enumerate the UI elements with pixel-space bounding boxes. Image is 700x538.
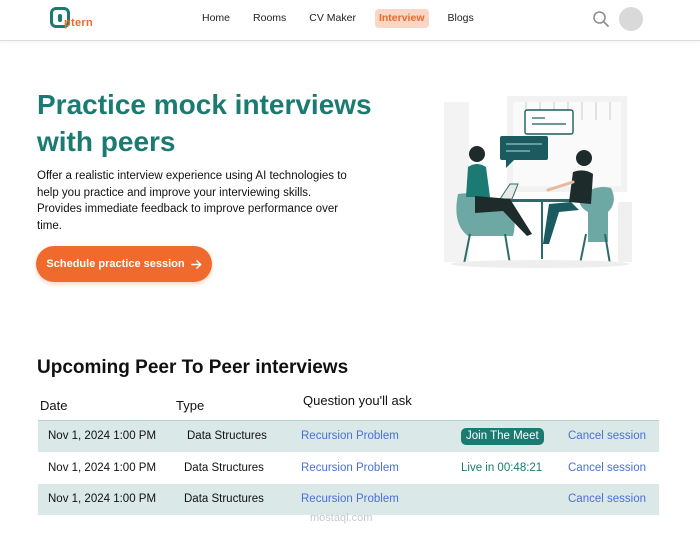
cancel-session-link[interactable]: Cancel session bbox=[568, 484, 646, 515]
column-header-question: Question you'll ask bbox=[303, 393, 412, 408]
table-row: Nov 1, 2024 1:00 PM Data Structures Recu… bbox=[38, 484, 659, 515]
question-link[interactable]: Recursion Problem bbox=[301, 421, 399, 452]
nav-links: Home Rooms CV Maker Interview Blogs bbox=[198, 9, 493, 28]
nav-item-home[interactable]: Home bbox=[198, 9, 234, 28]
watermark: mostaql.com bbox=[310, 512, 373, 524]
brand-name: ptern bbox=[64, 17, 93, 29]
cancel-session-link[interactable]: Cancel session bbox=[568, 421, 646, 452]
top-navbar: ptern Home Rooms CV Maker Interview Blog… bbox=[0, 0, 700, 41]
table-row: Nov 1, 2024 1:00 PM Data Structures Recu… bbox=[38, 453, 659, 484]
table-row: Nov 1, 2024 1:00 PM Data Structures Recu… bbox=[38, 421, 659, 452]
hero-title: Practice mock interviews with peers bbox=[37, 89, 372, 157]
row-type: Data Structures bbox=[184, 493, 264, 505]
section-title: Upcoming Peer To Peer interviews bbox=[37, 357, 349, 378]
row-date: Nov 1, 2024 1:00 PM bbox=[48, 430, 157, 442]
row-date: Nov 1, 2024 1:00 PM bbox=[48, 462, 157, 474]
question-link[interactable]: Recursion Problem bbox=[301, 484, 399, 515]
nav-item-cv-maker[interactable]: CV Maker bbox=[305, 9, 360, 28]
schedule-session-label: Schedule practice session bbox=[46, 258, 185, 270]
interview-illustration bbox=[444, 96, 632, 268]
cancel-session-link[interactable]: Cancel session bbox=[568, 453, 646, 484]
search-icon[interactable] bbox=[592, 10, 610, 28]
arrow-right-icon bbox=[190, 259, 201, 269]
hero-description: Offer a realistic interview experience u… bbox=[37, 170, 347, 232]
nav-item-blogs[interactable]: Blogs bbox=[444, 9, 478, 28]
column-header-type: Type bbox=[176, 398, 205, 413]
row-date: Nov 1, 2024 1:00 PM bbox=[48, 493, 157, 505]
schedule-session-button[interactable]: Schedule practice session bbox=[36, 246, 212, 282]
row-type: Data Structures bbox=[184, 462, 264, 474]
nav-item-interview[interactable]: Interview bbox=[374, 9, 429, 28]
join-meet-button[interactable]: Join The Meet bbox=[461, 428, 544, 445]
column-header-date: Date bbox=[40, 398, 68, 413]
avatar[interactable] bbox=[619, 7, 643, 31]
question-link[interactable]: Recursion Problem bbox=[301, 453, 399, 484]
nav-item-rooms[interactable]: Rooms bbox=[249, 9, 290, 28]
live-countdown: Live in 00:48:21 bbox=[461, 462, 543, 474]
row-type: Data Structures bbox=[187, 430, 267, 442]
brand-logo[interactable]: ptern bbox=[50, 7, 106, 33]
